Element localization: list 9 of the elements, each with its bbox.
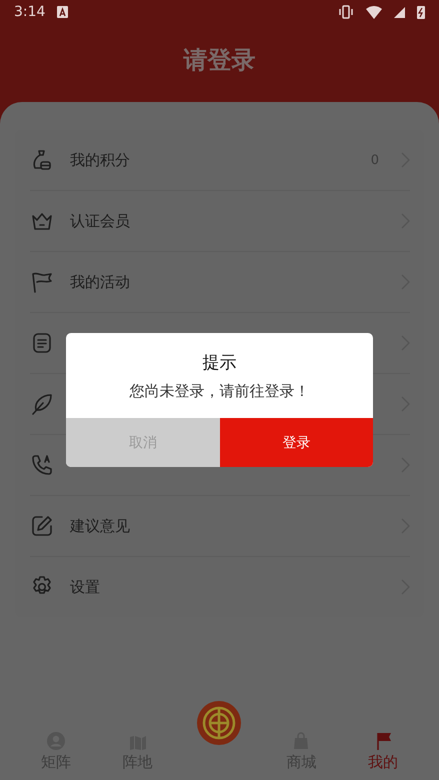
- menu-label: 认证会员: [70, 212, 131, 230]
- page-title: 请登录: [184, 45, 256, 76]
- dialog-title: 提示: [202, 352, 238, 374]
- menu-label: 我的积分: [70, 150, 131, 170]
- menu-label: 我的活动: [70, 272, 131, 292]
- status-time: 3:14: [14, 4, 46, 20]
- dialog-message: 您尚未登录，请前往登录！: [128, 382, 310, 401]
- menu-label: 设置: [70, 578, 101, 596]
- menu-label: 建议意见: [70, 516, 131, 536]
